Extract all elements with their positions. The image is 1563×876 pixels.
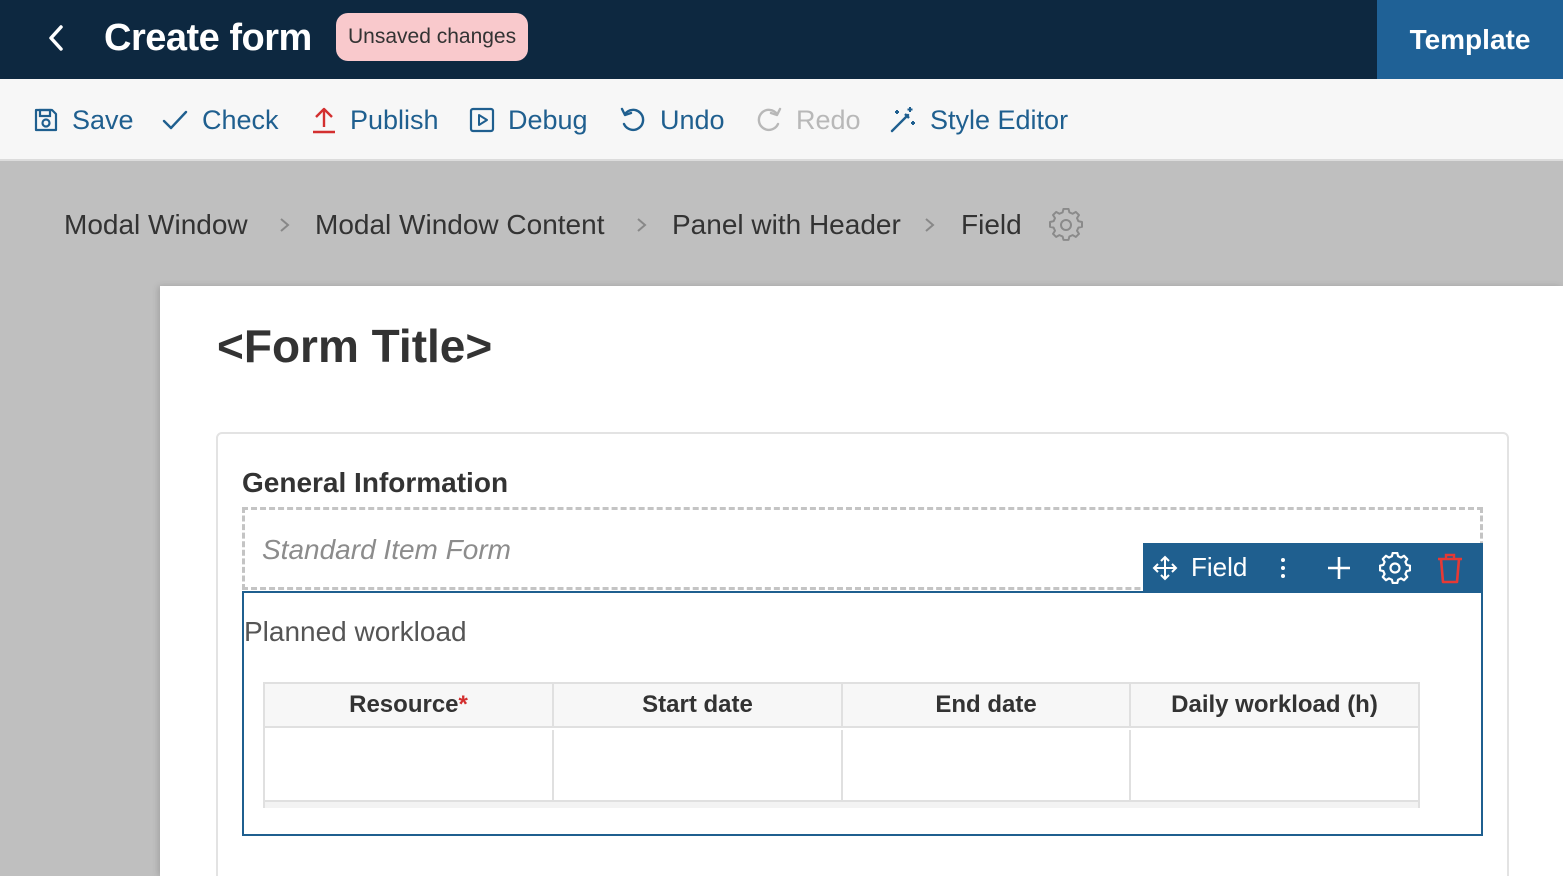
unsaved-changes-badge: Unsaved changes [336, 13, 529, 61]
delete-button[interactable] [1435, 543, 1465, 592]
chevron-right-icon [637, 218, 647, 232]
move-handle[interactable] [1151, 543, 1179, 592]
redo-button[interactable]: Redo [754, 79, 861, 161]
style-editor-label: Style Editor [930, 104, 1069, 135]
column-header-label: Resource [349, 691, 459, 718]
play-square-icon [469, 107, 495, 133]
style-editor-button[interactable]: Style Editor [888, 79, 1068, 161]
column-header[interactable]: End date [843, 684, 1131, 728]
page-title: Create form [104, 17, 312, 59]
more-options-button[interactable] [1271, 543, 1295, 592]
column-header[interactable]: Resource * [265, 684, 554, 728]
field-settings-button[interactable] [1379, 543, 1411, 592]
magic-wand-icon [890, 107, 915, 133]
gear-icon [1379, 551, 1411, 584]
field-toolbar-label: Field [1191, 552, 1248, 582]
check-icon [162, 110, 188, 130]
trash-icon [1438, 553, 1462, 583]
chevron-right-icon [925, 218, 935, 232]
move-icon [1152, 555, 1178, 580]
column-header[interactable]: Daily workload (h) [1131, 684, 1418, 728]
save-label: Save [72, 104, 134, 135]
chevron-left-icon [49, 25, 63, 51]
template-button[interactable]: Template [1377, 0, 1563, 79]
field-label: Planned workload [244, 616, 467, 647]
upload-icon [313, 107, 335, 134]
publish-label: Publish [350, 104, 439, 135]
chevron-right-icon [280, 218, 290, 232]
column-header-label: End date [935, 691, 1037, 718]
back-button[interactable] [38, 20, 74, 56]
breadcrumb-item[interactable]: Modal Window [64, 205, 248, 245]
check-button[interactable]: Check [160, 79, 279, 161]
add-button[interactable] [1325, 543, 1353, 592]
editor-toolbar: Save Check Publish Debug Undo Redo Style… [0, 79, 1563, 161]
column-header[interactable]: Start date [554, 684, 843, 728]
more-vertical-icon [1281, 557, 1285, 578]
undo-icon [620, 107, 645, 132]
field-toolbar: Field [1143, 543, 1483, 592]
planned-workload-table[interactable]: Resource * Start date End date Daily work… [263, 682, 1420, 808]
table-cell[interactable] [843, 730, 1131, 800]
save-button[interactable]: Save [32, 79, 134, 161]
breadcrumb-item[interactable]: Modal Window Content [315, 205, 604, 245]
panel-header: General Information [242, 467, 509, 498]
save-icon [34, 108, 58, 132]
placeholder-text: Standard Item Form [262, 534, 511, 565]
table-footer [265, 800, 1418, 808]
debug-label: Debug [508, 104, 588, 135]
publish-button[interactable]: Publish [310, 79, 439, 161]
breadcrumb-item[interactable]: Panel with Header [672, 205, 901, 245]
redo-label: Redo [796, 104, 861, 135]
redo-icon [757, 107, 782, 132]
plus-icon [1328, 556, 1350, 579]
field-type-label: Field [1191, 543, 1247, 592]
check-label: Check [202, 104, 279, 135]
top-bar: Create form Unsaved changes Template [0, 0, 1563, 79]
table-cell[interactable] [1131, 730, 1418, 800]
undo-button[interactable]: Undo [618, 79, 725, 161]
form-title[interactable]: <Form Title> [217, 318, 492, 374]
gear-icon[interactable] [1049, 208, 1083, 242]
breadcrumb-item[interactable]: Field [961, 205, 1022, 245]
table-cell[interactable] [265, 730, 554, 800]
column-header-label: Start date [642, 691, 753, 718]
debug-button[interactable]: Debug [468, 79, 588, 161]
column-header-label: Daily workload (h) [1171, 691, 1378, 718]
required-marker: * [458, 691, 468, 718]
undo-label: Undo [660, 104, 725, 135]
table-cell[interactable] [554, 730, 843, 800]
